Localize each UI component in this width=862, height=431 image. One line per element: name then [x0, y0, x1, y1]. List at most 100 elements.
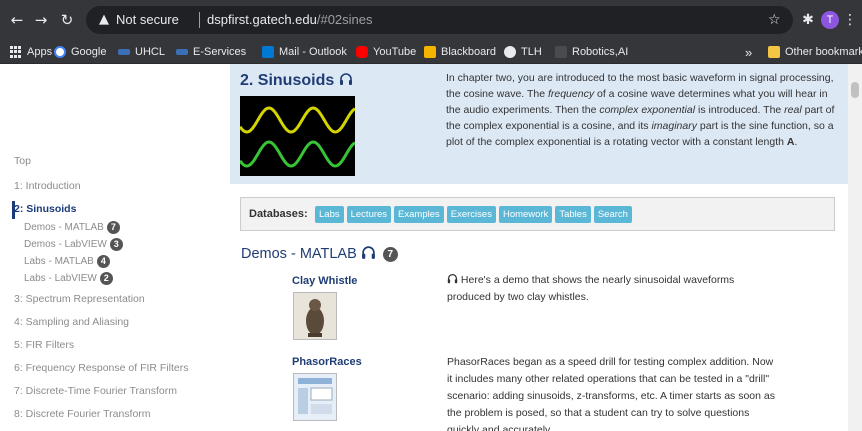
web-page: Top 1: Introduction 2: Sinusoids Demos -… [0, 64, 862, 431]
page-scrollbar[interactable] [848, 64, 862, 431]
bookmark-blackboard[interactable]: Blackboard [424, 43, 496, 61]
desc-italic: complex exponential [599, 104, 696, 116]
databases-label: Databases: [249, 208, 308, 220]
headphones-icon[interactable] [339, 72, 353, 86]
chapter-description: In chapter two, you are introduced to th… [446, 70, 840, 150]
demo-desc-clay-whistle: Here's a demo that shows the nearly sinu… [447, 272, 777, 306]
sidebar-subitem-demos-labview[interactable]: Demos - LabVIEW 3 [24, 238, 123, 251]
demo-title-clay-whistle[interactable]: Clay Whistle [292, 275, 357, 287]
sidebar-item-dft[interactable]: 8: Discrete Fourier Transform [14, 408, 151, 420]
sidebar-item-dtft[interactable]: 7: Discrete-Time Fourier Transform [14, 385, 177, 397]
apps-grid-icon [10, 46, 22, 58]
count-badge: 7 [382, 246, 398, 262]
desc-text: is introduced. The [695, 104, 785, 116]
sidebar-item-top[interactable]: Top [14, 155, 31, 167]
clay-whistle-thumbnail[interactable] [293, 292, 337, 340]
bookmark-robotics[interactable]: Robotics,AI [555, 43, 628, 61]
uhcl-icon [176, 49, 188, 55]
bookmark-tlh[interactable]: TLH [504, 43, 542, 61]
page-icon [555, 46, 567, 58]
count-badge: 4 [96, 255, 110, 268]
bookmark-label: Other bookmarks [785, 46, 862, 58]
count-badge: 3 [109, 238, 123, 251]
subitem-label: Demos - LabVIEW [24, 239, 107, 251]
bookmark-youtube[interactable]: YouTube [356, 43, 416, 61]
bookmark-apps[interactable]: Apps [10, 43, 52, 61]
warning-icon[interactable]: ▲ [96, 12, 112, 28]
bookmark-google[interactable]: Google [54, 43, 106, 61]
phasorraces-screenshot-image [294, 374, 336, 420]
kebab-menu-icon[interactable]: ⋮ [843, 10, 857, 30]
homework-button[interactable]: Homework [498, 206, 553, 223]
databases-buttons: Labs Lectures Examples Exercises Homewor… [315, 206, 632, 223]
section-title: Demos - MATLAB 7 [241, 245, 398, 262]
desc-text: Here's a demo that shows the nearly sinu… [447, 274, 735, 303]
sidebar: Top 1: Introduction 2: Sinusoids Demos -… [0, 64, 228, 431]
folder-icon [768, 46, 780, 58]
bookmark-label: YouTube [373, 46, 417, 58]
blackboard-icon [424, 46, 436, 58]
back-arrow-icon[interactable]: ← [8, 10, 26, 30]
sidebar-subitem-demos-matlab[interactable]: Demos - MATLAB 7 [24, 221, 120, 234]
labs-button[interactable]: Labs [315, 206, 344, 223]
chapter-header: 2. Sinusoids In chapter two, you are int… [230, 64, 848, 184]
phasorraces-thumbnail[interactable] [293, 373, 337, 421]
bookmarks-bar: Apps Google UHCL E-Services Mail - Outlo… [0, 40, 862, 64]
desc-italic: frequency [547, 88, 595, 100]
not-secure-label[interactable]: Not secure [116, 12, 179, 28]
bookmark-label: E-Services [193, 46, 247, 58]
url-separator [199, 12, 200, 28]
globe-icon [504, 46, 516, 58]
sidebar-item-frequency-response[interactable]: 6: Frequency Response of FIR Filters [14, 362, 189, 374]
headphones-icon[interactable] [447, 273, 458, 284]
bookmark-label: Google [71, 46, 107, 58]
subitem-label: Labs - MATLAB [24, 256, 94, 268]
demo-title-phasorraces[interactable]: PhasorRaces [292, 356, 362, 368]
chapter-title: 2. Sinusoids [240, 72, 353, 90]
google-icon [54, 46, 66, 58]
bookmark-label: Robotics,AI [572, 46, 629, 58]
sidebar-item-fir-filters[interactable]: 5: FIR Filters [14, 339, 74, 351]
sidebar-item-sinusoids[interactable]: 2: Sinusoids [14, 203, 76, 215]
bookmark-label: TLH [521, 46, 542, 58]
examples-button[interactable]: Examples [394, 206, 444, 223]
youtube-icon [356, 46, 368, 58]
count-badge: 2 [99, 272, 113, 285]
desc-italic: imaginary [651, 120, 697, 132]
sidebar-item-spectrum[interactable]: 3: Spectrum Representation [14, 293, 145, 305]
puzzle-icon[interactable]: ✱ [798, 10, 818, 30]
scrollbar-thumb[interactable] [851, 82, 859, 98]
forward-arrow-icon[interactable]: → [32, 10, 50, 30]
sidebar-subitem-labs-labview[interactable]: Labs - LabVIEW 2 [24, 272, 113, 285]
uhcl-icon [118, 49, 130, 55]
bookmarks-overflow[interactable]: » [745, 43, 752, 61]
lectures-button[interactable]: Lectures [346, 206, 392, 223]
sidebar-item-introduction[interactable]: 1: Introduction [14, 180, 81, 192]
bookmark-label: Mail - Outlook [279, 46, 347, 58]
star-icon[interactable]: ☆ [768, 11, 781, 29]
bookmark-other[interactable]: Other bookmarks [768, 43, 862, 61]
bookmark-eservices[interactable]: E-Services [176, 43, 246, 61]
exercises-button[interactable]: Exercises [446, 206, 496, 223]
outlook-icon [262, 46, 274, 58]
bookmark-outlook[interactable]: Mail - Outlook [262, 43, 347, 61]
search-button[interactable]: Search [593, 206, 632, 223]
sidebar-subitem-labs-matlab[interactable]: Labs - MATLAB 4 [24, 255, 110, 268]
count-badge: 7 [106, 221, 120, 234]
tables-button[interactable]: Tables [555, 206, 591, 223]
browser-toolbar: ← → ↻ ▲ Not secure dspfirst.gatech.edu/#… [0, 0, 862, 40]
sidebar-item-sampling[interactable]: 4: Sampling and Aliasing [14, 316, 129, 328]
url-text[interactable]: dspfirst.gatech.edu/#02sines [207, 12, 373, 28]
desc-italic: real [784, 104, 802, 116]
chapter-title-text: 2. Sinusoids [240, 72, 335, 89]
headphones-icon[interactable] [361, 245, 376, 260]
avatar[interactable]: T [821, 11, 839, 29]
section-title-text: Demos - MATLAB [241, 246, 357, 262]
bookmark-label: Blackboard [441, 46, 497, 58]
clay-figure-image [294, 293, 336, 339]
address-bar[interactable]: ▲ Not secure dspfirst.gatech.edu/#02sine… [86, 6, 793, 34]
subitem-label: Demos - MATLAB [24, 222, 104, 234]
databases-bar: Databases: Labs Lectures Examples Exerci… [240, 197, 835, 231]
bookmark-uhcl[interactable]: UHCL [118, 43, 165, 61]
reload-icon[interactable]: ↻ [58, 10, 76, 30]
